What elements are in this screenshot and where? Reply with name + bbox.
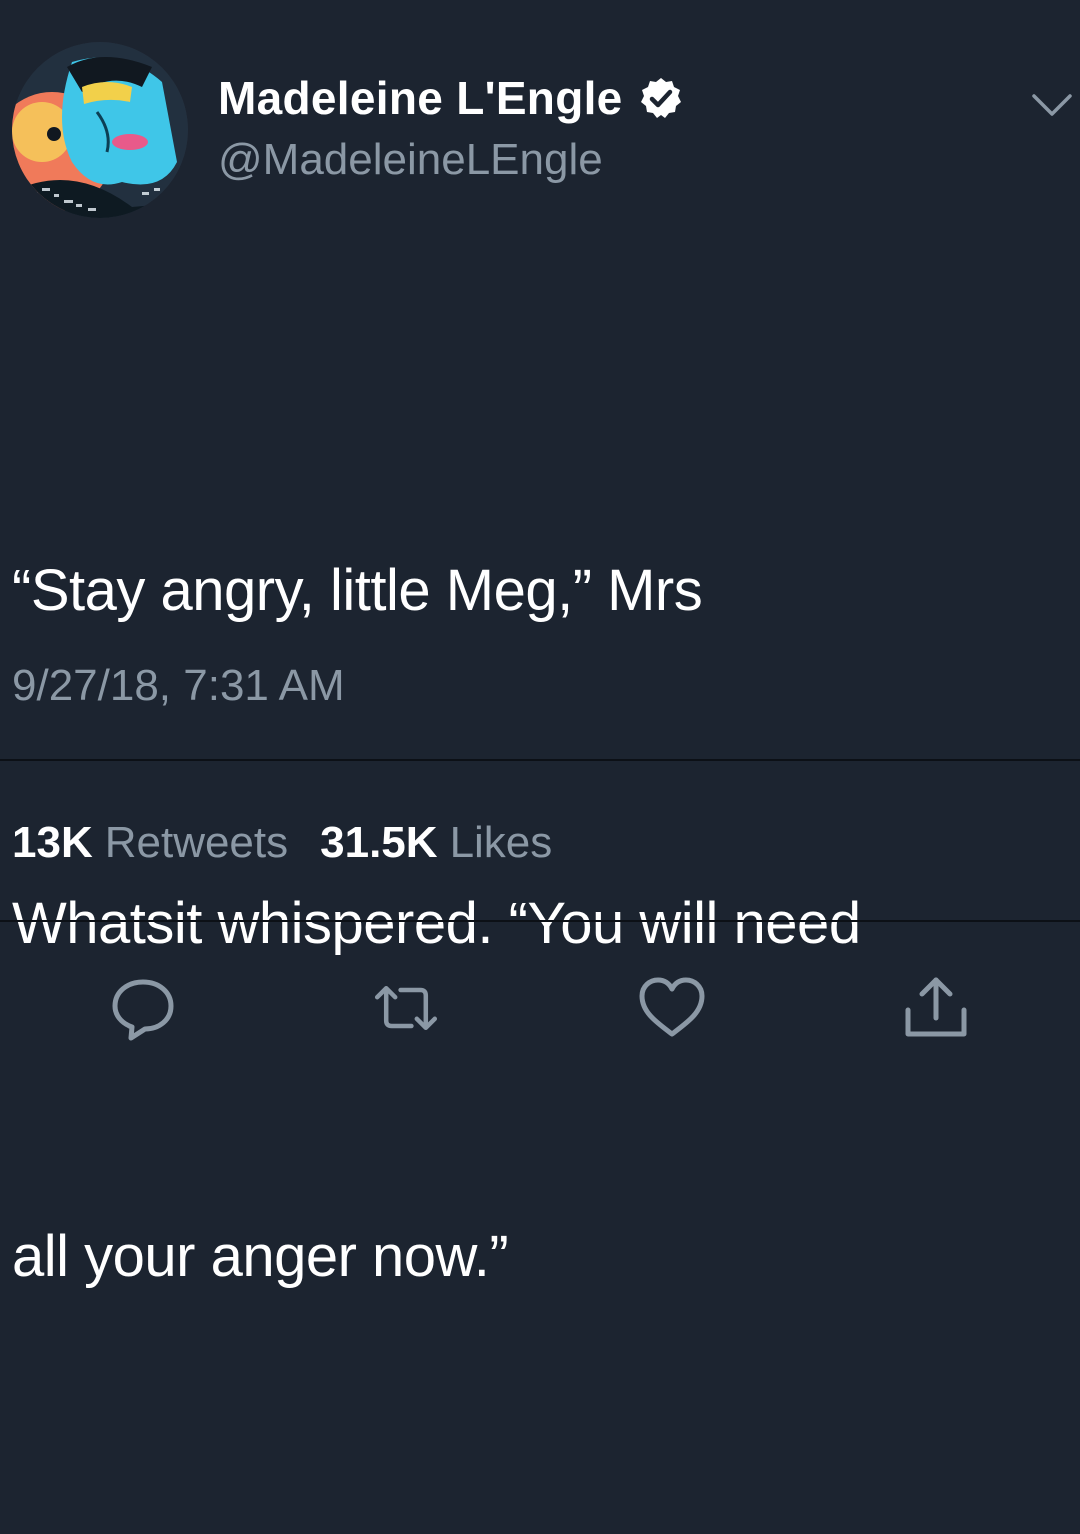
tweet-card: Madeleine L'Engle @MadeleineLEngle “Stay… bbox=[0, 0, 1080, 1289]
chevron-down-icon[interactable] bbox=[1030, 90, 1074, 120]
tweet-text-line: all your anger now.” bbox=[12, 1224, 509, 1289]
share-button[interactable] bbox=[900, 972, 972, 1044]
tweet-text-line: “Stay angry, little Meg,” Mrs bbox=[12, 558, 703, 623]
likes-count[interactable]: 31.5K Likes bbox=[320, 815, 552, 871]
retweets-value: 13K bbox=[12, 818, 93, 867]
reply-icon bbox=[112, 979, 174, 1041]
retweets-count[interactable]: 13K Retweets bbox=[12, 815, 288, 871]
timestamp: 9/27/18, 7:31 AM bbox=[12, 661, 345, 710]
verified-badge-icon bbox=[639, 76, 683, 120]
tweet-text-line: Whatsit whispered. “You will need bbox=[12, 891, 861, 956]
retweets-label: Retweets bbox=[104, 818, 289, 867]
retweet-button[interactable] bbox=[370, 972, 442, 1044]
divider bbox=[0, 759, 1080, 761]
avatar[interactable] bbox=[12, 42, 188, 218]
tweet-text: “Stay angry, little Meg,” Mrs Whatsit wh… bbox=[12, 313, 1072, 1534]
retweet-icon bbox=[374, 985, 438, 1031]
share-icon bbox=[905, 977, 967, 1037]
likes-label: Likes bbox=[449, 818, 553, 867]
heart-icon bbox=[639, 977, 705, 1037]
reply-button[interactable] bbox=[107, 972, 179, 1044]
likes-value: 31.5K bbox=[320, 818, 438, 867]
like-button[interactable] bbox=[636, 972, 708, 1044]
display-name[interactable]: Madeleine L'Engle bbox=[218, 70, 683, 126]
illustrated-portrait-avatar-icon bbox=[12, 42, 188, 218]
engagement-stats: 13K Retweets 31.5K Likes bbox=[12, 815, 584, 871]
display-name-text: Madeleine L'Engle bbox=[218, 72, 623, 124]
divider bbox=[0, 920, 1080, 922]
user-handle[interactable]: @MadeleineLEngle bbox=[218, 133, 603, 187]
